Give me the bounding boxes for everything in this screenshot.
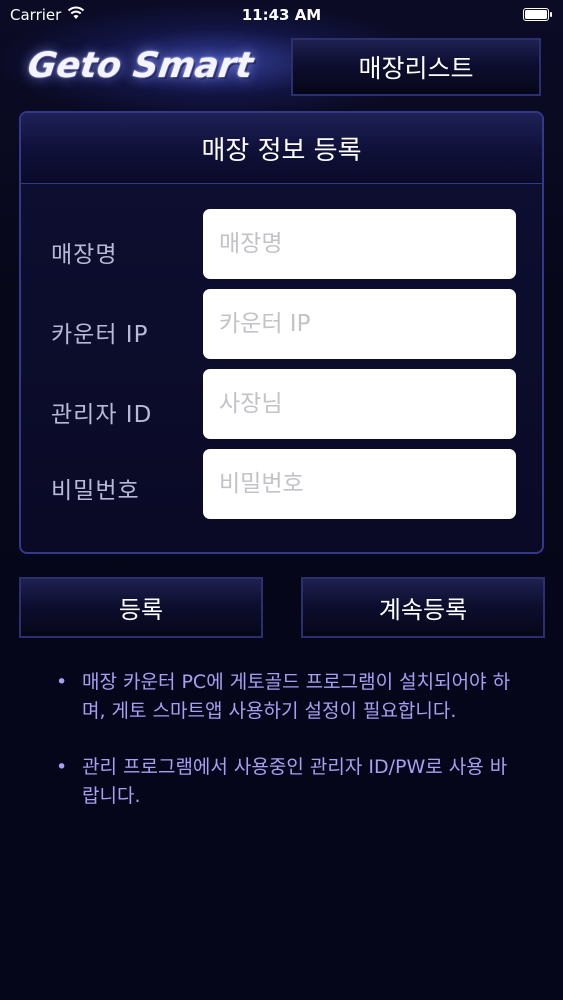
- bullet-icon: •: [56, 671, 68, 693]
- clock: 11:43 AM: [241, 6, 322, 24]
- store-list-button[interactable]: 매장리스트: [291, 38, 541, 96]
- store-name-input[interactable]: [203, 209, 516, 279]
- store-name-label: 매장명: [51, 242, 118, 268]
- password-input[interactable]: [203, 449, 516, 519]
- panel-title: 매장 정보 등록: [21, 113, 542, 184]
- counter-ip-label: 카운터 IP: [51, 322, 149, 348]
- note-text: 관리 프로그램에서 사용중인 관리자 ID/PW로 사용 바랍니다.: [82, 756, 508, 807]
- bullet-icon: •: [56, 756, 68, 778]
- note-text: 매장 카운터 PC에 게토골드 프로그램이 설치되어야 하며, 게토 스마트앱 …: [82, 671, 511, 722]
- note-item: • 관리 프로그램에서 사용중인 관리자 ID/PW로 사용 바랍니다.: [56, 753, 516, 811]
- status-bar: Carrier 11:43 AM: [0, 0, 563, 30]
- store-registration-panel: 매장 정보 등록 매장명 카운터 IP 관리자 ID 비밀번호: [19, 111, 544, 554]
- password-label: 비밀번호: [51, 478, 140, 504]
- notes-list: • 매장 카운터 PC에 게토골드 프로그램이 설치되어야 하며, 게토 스마트…: [56, 668, 516, 838]
- app-screen: Carrier 11:43 AM Geto Smart 매장리스트 매장 정보 …: [0, 0, 563, 1000]
- admin-id-label: 관리자 ID: [51, 402, 153, 428]
- note-item: • 매장 카운터 PC에 게토골드 프로그램이 설치되어야 하며, 게토 스마트…: [56, 668, 516, 726]
- counter-ip-input[interactable]: [203, 289, 516, 359]
- battery-icon: [523, 8, 552, 21]
- register-button[interactable]: 등록: [19, 577, 263, 638]
- continue-register-button[interactable]: 계속등록: [301, 577, 545, 638]
- app-logo: Geto Smart: [25, 46, 256, 86]
- admin-id-input[interactable]: [203, 369, 516, 439]
